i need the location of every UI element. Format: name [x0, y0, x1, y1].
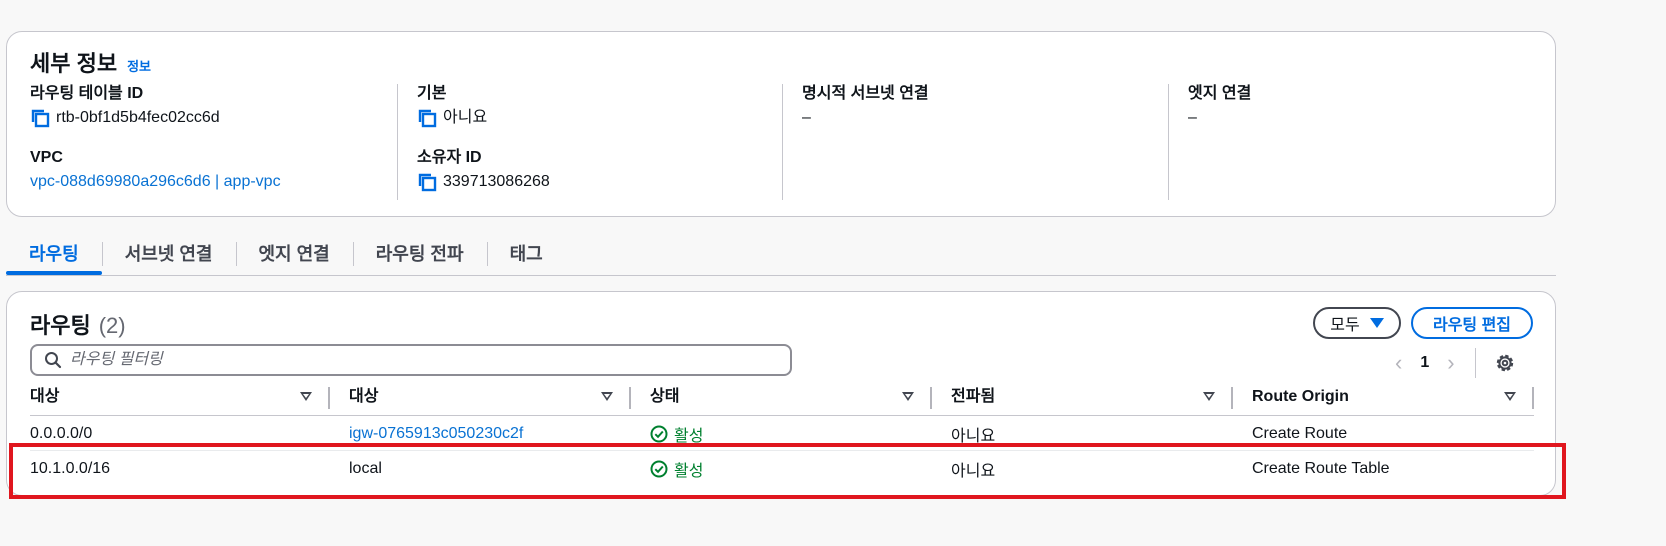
route-table-id-value: rtb-0bf1d5b4fec02cc6d	[56, 109, 220, 126]
table-header: 대상 대상 상태 전파됨 Route Origin	[30, 384, 1534, 416]
route-filter-input[interactable]	[70, 351, 770, 369]
pager-divider	[1474, 348, 1476, 378]
copy-icon[interactable]	[30, 108, 50, 128]
vpc-link[interactable]: vpc-088d69980a296c6d6 | app-vpc	[30, 171, 281, 193]
gear-icon[interactable]	[1494, 352, 1516, 374]
sort-down-icon[interactable]	[300, 392, 312, 401]
cell-destination: 10.1.0.0/16	[30, 460, 111, 477]
sort-down-icon[interactable]	[1203, 392, 1215, 401]
column-header-destination[interactable]: 대상	[30, 384, 330, 415]
edge-assoc-label: 엣지 연결	[1188, 85, 1252, 102]
filter-all-label: 모두	[1330, 317, 1360, 334]
copy-icon[interactable]	[417, 108, 437, 128]
sort-down-icon[interactable]	[601, 392, 613, 401]
edge-assoc-value: –	[1188, 109, 1197, 126]
info-link[interactable]: 정보	[127, 56, 151, 75]
filter-all-dropdown[interactable]: 모두	[1313, 307, 1401, 339]
column-header-label: 상태	[650, 388, 680, 405]
tab-routes[interactable]: 라우팅	[6, 234, 102, 275]
cell-route-origin: Create Route	[1252, 424, 1348, 442]
cell-status: 활성	[631, 456, 932, 481]
sort-down-icon[interactable]	[1504, 392, 1516, 401]
vpc-label: VPC	[30, 149, 63, 166]
main-label: 기본	[417, 85, 447, 102]
status-indicator: 활성	[650, 422, 932, 446]
details-header: 세부 정보 정보	[30, 46, 151, 78]
explicit-subnet-value: –	[802, 109, 811, 126]
status-label: 활성	[674, 427, 704, 445]
main-value: 아니요	[443, 109, 488, 126]
edit-routes-button[interactable]: 라우팅 편집	[1411, 307, 1533, 339]
owner-id-field: 소유자 ID 339713086268	[417, 148, 782, 193]
explicit-subnet-value-row: –	[802, 107, 1168, 129]
column-resizer[interactable]	[1532, 387, 1534, 409]
column-header-label: Route Origin	[1252, 388, 1349, 405]
search-icon	[45, 352, 62, 369]
page-number[interactable]: 1	[1420, 354, 1429, 372]
column-header-label: 전파됨	[951, 388, 996, 405]
details-panel: 세부 정보 정보 라우팅 테이블 ID rtb-0bf1d5b4fec02cc6…	[6, 31, 1556, 217]
edge-assoc-field: 엣지 연결 –	[1188, 84, 1548, 129]
vpc-value-row: vpc-088d69980a296c6d6 | app-vpc	[30, 171, 390, 193]
details-column-4: 엣지 연결 –	[1168, 84, 1548, 200]
column-header-target[interactable]: 대상	[330, 384, 631, 415]
cell-target-link[interactable]: igw-0765913c050230c2f	[330, 424, 631, 443]
details-title: 세부 정보	[30, 51, 118, 76]
chevron-right-icon[interactable]: ›	[1447, 352, 1454, 374]
column-header-status[interactable]: 상태	[631, 384, 932, 415]
routes-table: 대상 대상 상태 전파됨 Route Origin 0.0.0.0/0 igw-…	[30, 384, 1534, 486]
details-column-1: 라우팅 테이블 ID rtb-0bf1d5b4fec02cc6d VPC vpc…	[30, 84, 390, 200]
routes-header: 라우팅 (2)	[30, 308, 126, 340]
explicit-subnet-label: 명시적 서브넷 연결	[802, 85, 929, 102]
route-table-id-label: 라우팅 테이블 ID	[30, 85, 144, 102]
vpc-field: VPC vpc-088d69980a296c6d6 | app-vpc	[30, 148, 390, 193]
cell-propagated: 아니요	[951, 463, 996, 480]
details-column-3: 명시적 서브넷 연결 –	[782, 84, 1168, 200]
tab-tags[interactable]: 태그	[486, 234, 566, 274]
route-table-id-value-row: rtb-0bf1d5b4fec02cc6d	[30, 107, 390, 129]
cell-route-origin: Create Route Table	[1252, 460, 1390, 477]
routes-panel: 라우팅 (2) 모두 라우팅 편집 ‹ 1 › 대상	[6, 291, 1556, 496]
sort-down-icon[interactable]	[902, 392, 914, 401]
details-column-2: 기본 아니요 소유자 ID 339713086268	[397, 84, 782, 200]
edge-assoc-value-row: –	[1188, 107, 1548, 129]
cell-propagated: 아니요	[951, 427, 996, 445]
caret-down-icon	[1369, 318, 1384, 328]
cell-status: 활성	[631, 421, 932, 446]
table-row[interactable]: 10.1.0.0/16 local 활성 아니요 Create Route Ta…	[30, 451, 1534, 486]
status-indicator: 활성	[650, 457, 932, 481]
explicit-subnet-field: 명시적 서브넷 연결 –	[802, 84, 1168, 129]
pagination: ‹ 1 ›	[1395, 348, 1516, 378]
tab-route-propagation[interactable]: 라우팅 전파	[352, 234, 487, 274]
cell-destination: 0.0.0.0/0	[30, 424, 93, 442]
owner-id-value-row: 339713086268	[417, 171, 782, 193]
tab-bar: 라우팅 서브넷 연결 엣지 연결 라우팅 전파 태그	[6, 234, 1556, 276]
main-value-row: 아니요	[417, 107, 782, 129]
tab-edge-associations[interactable]: 엣지 연결	[235, 234, 353, 274]
edit-routes-label: 라우팅 편집	[1432, 317, 1512, 334]
table-row[interactable]: 0.0.0.0/0 igw-0765913c050230c2f 활성 아니요 C…	[30, 416, 1534, 451]
tab-subnet-associations[interactable]: 서브넷 연결	[101, 234, 236, 274]
route-filter-search	[30, 344, 792, 376]
check-circle-icon	[650, 425, 668, 442]
column-header-label: 대상	[30, 388, 60, 405]
column-header-label: 대상	[349, 388, 379, 405]
cell-target: local	[349, 460, 382, 477]
status-label: 활성	[674, 463, 704, 480]
route-table-id-field: 라우팅 테이블 ID rtb-0bf1d5b4fec02cc6d	[30, 84, 390, 129]
copy-icon[interactable]	[417, 172, 437, 192]
routes-title: 라우팅	[30, 313, 91, 338]
owner-id-label: 소유자 ID	[417, 149, 482, 166]
owner-id-value: 339713086268	[443, 173, 550, 190]
routes-count: (2)	[98, 313, 126, 338]
chevron-left-icon[interactable]: ‹	[1395, 352, 1402, 374]
check-circle-icon	[650, 460, 668, 478]
column-header-propagated[interactable]: 전파됨	[932, 384, 1233, 415]
column-header-route-origin[interactable]: Route Origin	[1233, 384, 1534, 415]
main-field: 기본 아니요	[417, 84, 782, 129]
